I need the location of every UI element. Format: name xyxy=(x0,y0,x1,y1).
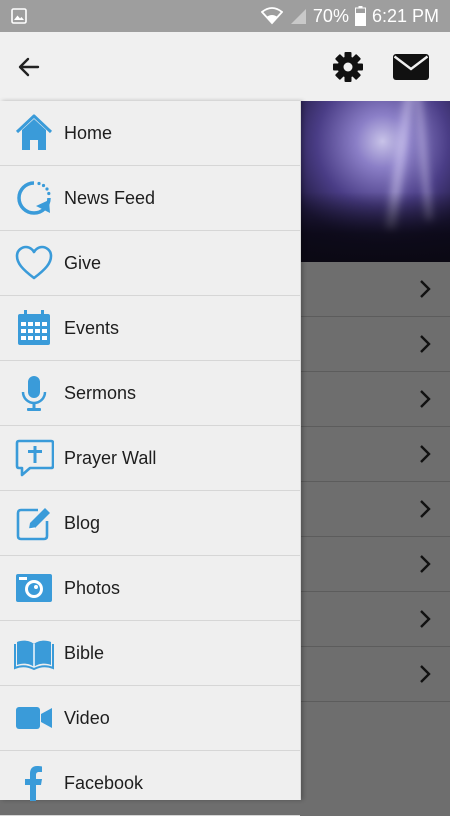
list-item[interactable] xyxy=(300,262,450,317)
nav-item-news-feed[interactable]: News Feed xyxy=(0,166,300,231)
gallery-icon xyxy=(11,8,27,29)
nav-item-label: Photos xyxy=(64,577,121,598)
cross-bubble-icon xyxy=(14,438,54,478)
edit-icon xyxy=(14,503,54,543)
signal-icon xyxy=(289,7,307,25)
main-content xyxy=(300,101,450,800)
nav-item-facebook[interactable]: Facebook xyxy=(0,751,300,816)
book-icon xyxy=(14,633,54,673)
app-toolbar xyxy=(0,32,450,101)
microphone-icon xyxy=(14,373,54,413)
chevron-right-icon xyxy=(420,445,431,463)
home-icon xyxy=(14,113,54,153)
nav-item-prayer-wall[interactable]: Prayer Wall xyxy=(0,426,300,491)
mail-icon[interactable] xyxy=(392,52,430,82)
navigation-drawer: Home News Feed Give Events Sermons Praye… xyxy=(0,101,301,816)
nav-item-photos[interactable]: Photos xyxy=(0,556,300,621)
chevron-right-icon xyxy=(420,280,431,298)
nav-item-label: Facebook xyxy=(64,772,144,793)
list-item[interactable] xyxy=(300,592,450,647)
chevron-right-icon xyxy=(420,555,431,573)
nav-item-label: Give xyxy=(64,252,102,273)
battery-percent: 70% xyxy=(312,5,349,26)
nav-item-bible[interactable]: Bible xyxy=(0,621,300,686)
wifi-icon xyxy=(260,7,283,25)
nav-item-give[interactable]: Give xyxy=(0,231,300,296)
chevron-right-icon xyxy=(420,390,431,408)
list-item[interactable] xyxy=(300,537,450,592)
heart-icon xyxy=(14,243,54,283)
refresh-icon xyxy=(14,178,54,218)
video-camera-icon xyxy=(14,698,54,738)
status-bar: 70% 6:21 PM xyxy=(0,0,450,32)
nav-item-sermons[interactable]: Sermons xyxy=(0,361,300,426)
list-item[interactable] xyxy=(300,482,450,537)
chevron-right-icon xyxy=(420,335,431,353)
back-arrow-icon[interactable] xyxy=(14,52,44,82)
list-item[interactable] xyxy=(300,427,450,482)
nav-item-label: Bible xyxy=(64,642,105,663)
nav-item-label: Events xyxy=(64,317,120,338)
calendar-icon xyxy=(14,308,54,348)
battery-icon xyxy=(354,6,366,26)
nav-item-events[interactable]: Events xyxy=(0,296,300,361)
nav-item-label: News Feed xyxy=(64,187,156,208)
nav-item-label: Home xyxy=(64,122,113,143)
nav-item-video[interactable]: Video xyxy=(0,686,300,751)
nav-item-label: Prayer Wall xyxy=(64,447,157,468)
content-list xyxy=(300,262,450,702)
chevron-right-icon xyxy=(420,610,431,628)
list-item[interactable] xyxy=(300,317,450,372)
nav-item-label: Sermons xyxy=(64,382,137,403)
hero-image xyxy=(300,101,450,262)
camera-icon xyxy=(14,568,54,608)
nav-item-label: Video xyxy=(64,707,110,728)
gear-icon[interactable] xyxy=(331,50,365,84)
facebook-icon xyxy=(14,763,54,803)
chevron-right-icon xyxy=(420,665,431,683)
nav-item-home[interactable]: Home xyxy=(0,101,300,166)
list-item[interactable] xyxy=(300,647,450,702)
nav-item-label: Blog xyxy=(64,512,101,533)
chevron-right-icon xyxy=(420,500,431,518)
list-item[interactable] xyxy=(300,372,450,427)
clock-time: 6:21 PM xyxy=(371,5,439,26)
nav-item-blog[interactable]: Blog xyxy=(0,491,300,556)
